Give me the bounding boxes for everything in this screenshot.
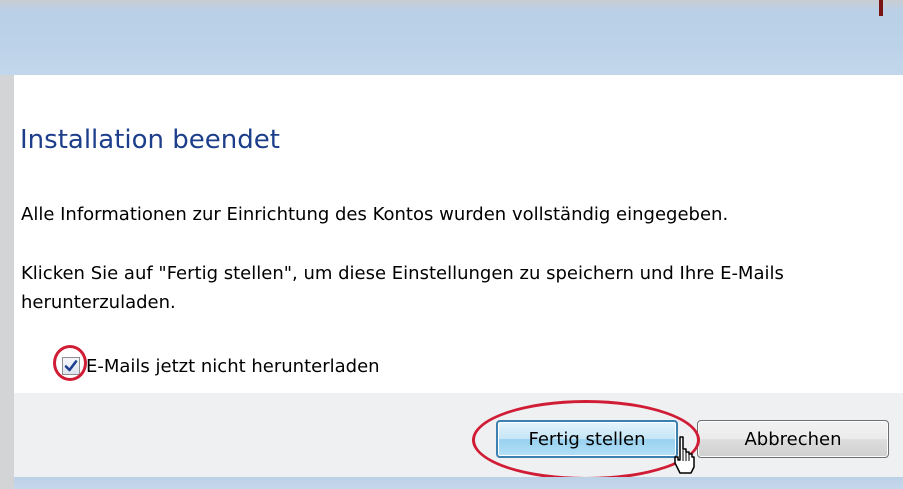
window-bottom-border <box>14 477 903 489</box>
hand-pointer-cursor-icon <box>674 436 695 474</box>
close-button-edge[interactable] <box>879 0 883 16</box>
page-title: Installation beendet <box>20 125 280 155</box>
window-title-bar <box>0 0 903 75</box>
cancel-button[interactable]: Abbrechen <box>697 420 889 458</box>
instruction-line-2: herunterzuladen. <box>21 292 176 313</box>
dialog-button-bar: Fertig stellen Abbrechen <box>14 393 903 489</box>
instruction-line-1: Klicken Sie auf "Fertig stellen", um die… <box>21 263 784 284</box>
checkbox-highlight-circle <box>53 345 87 381</box>
window-left-border <box>0 75 14 489</box>
info-text: Alle Informationen zur Einrichtung des K… <box>21 204 729 225</box>
account-setup-dialog: Installation beendet Alle Informationen … <box>0 0 903 489</box>
dialog-content: Installation beendet Alle Informationen … <box>14 75 903 393</box>
no-download-checkbox-label[interactable]: E-Mails jetzt nicht herunterladen <box>86 356 380 377</box>
no-download-checkbox-row[interactable]: E-Mails jetzt nicht herunterladen <box>62 353 380 379</box>
instruction-text: Klicken Sie auf "Fertig stellen", um die… <box>21 259 784 317</box>
finish-button-highlight-circle <box>472 400 700 480</box>
title-bar-edge <box>0 0 903 10</box>
